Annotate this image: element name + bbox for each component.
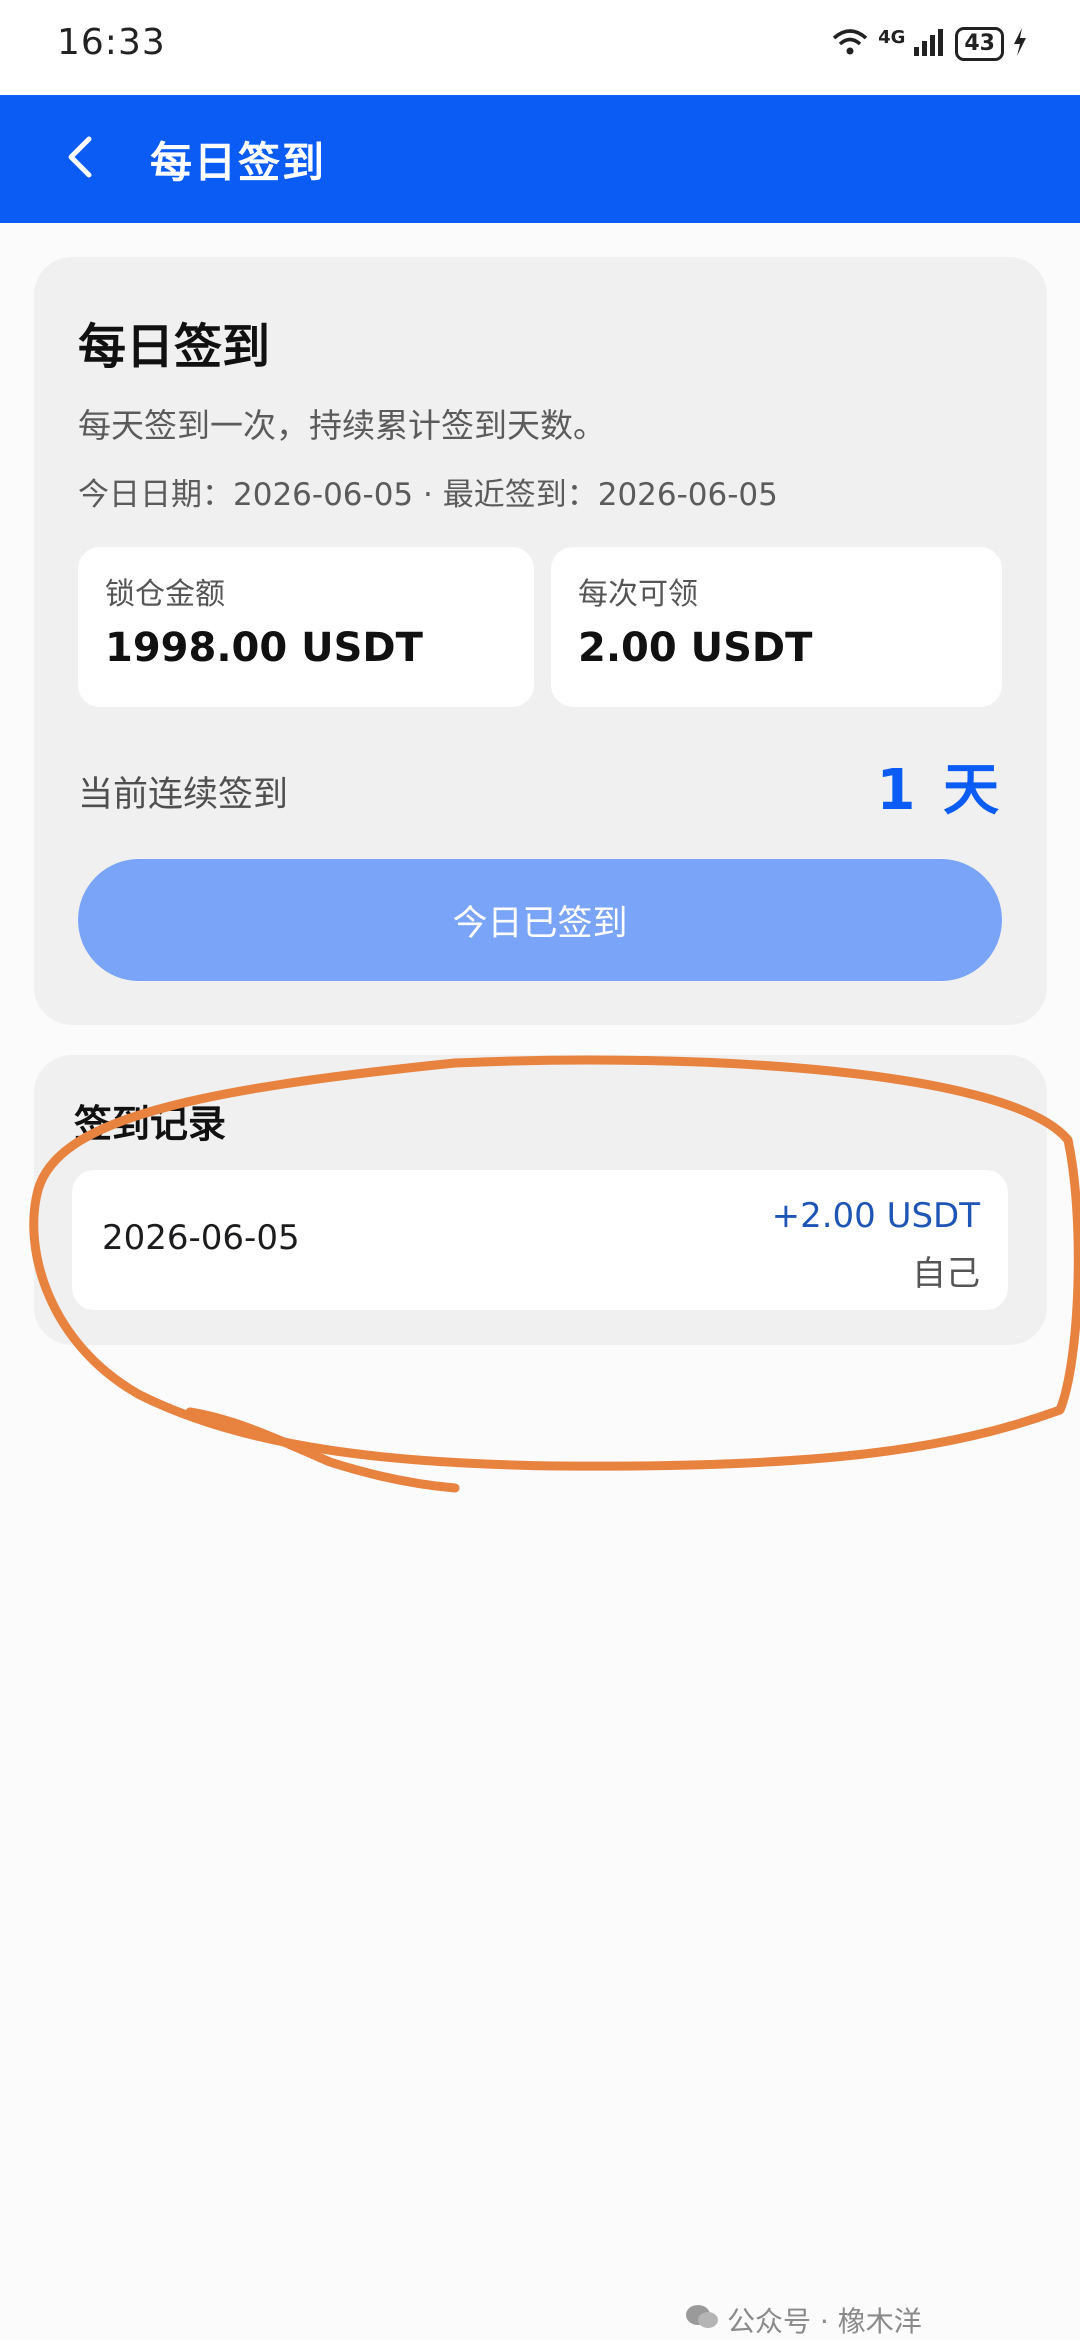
locked-amount-value: 1998.00 USDT — [105, 625, 423, 671]
wechat-icon — [685, 2303, 719, 2338]
page-title: 每日签到 — [150, 138, 327, 187]
record-date: 2026-06-05 — [102, 1218, 300, 1258]
per-claim-box: 每次可领 2.00 USDT — [551, 547, 1002, 707]
record-row[interactable]: 2026-06-05 +2.00 USDT 自己 — [72, 1170, 1008, 1310]
battery-indicator: 43 — [955, 27, 1004, 61]
back-button[interactable] — [40, 119, 120, 199]
records-card: 签到记录 2026-06-05 +2.00 USDT 自己 — [34, 1055, 1047, 1345]
locked-amount-box: 锁仓金额 1998.00 USDT — [78, 547, 534, 707]
checked-in-button[interactable]: 今日已签到 — [78, 859, 1002, 981]
signal-icon — [913, 27, 947, 61]
streak-value: 1 天 — [876, 758, 1003, 823]
record-source: 自己 — [912, 1254, 980, 1294]
status-icons: 4G 43 — [830, 24, 1028, 64]
network-type-label: 4G — [878, 26, 906, 48]
wifi-icon — [830, 26, 870, 62]
streak-label: 当前连续签到 — [78, 775, 289, 815]
chevron-left-icon — [63, 135, 97, 183]
app-header: 每日签到 — [0, 95, 1080, 223]
status-time: 16:33 — [57, 22, 166, 63]
watermark: 公众号 · 橡木洋 — [685, 2300, 922, 2340]
watermark-text: 公众号 · 橡木洋 — [727, 2305, 922, 2338]
locked-amount-label: 锁仓金额 — [105, 577, 225, 612]
checkin-description: 每天签到一次，持续累计签到天数。 — [78, 406, 606, 445]
records-title: 签到记录 — [74, 1102, 227, 1146]
charging-icon — [1012, 27, 1028, 61]
status-bar: 16:33 4G 43 — [0, 0, 1080, 95]
checkin-dates: 今日日期：2026-06-05 · 最近签到：2026-06-05 — [78, 477, 778, 513]
battery-level: 43 — [964, 31, 995, 56]
checkin-card-title: 每日签到 — [78, 319, 271, 375]
record-amount: +2.00 USDT — [771, 1196, 980, 1236]
checkin-card: 每日签到 每天签到一次，持续累计签到天数。 今日日期：2026-06-05 · … — [34, 257, 1047, 1025]
per-claim-value: 2.00 USDT — [578, 625, 813, 671]
per-claim-label: 每次可领 — [578, 577, 698, 612]
